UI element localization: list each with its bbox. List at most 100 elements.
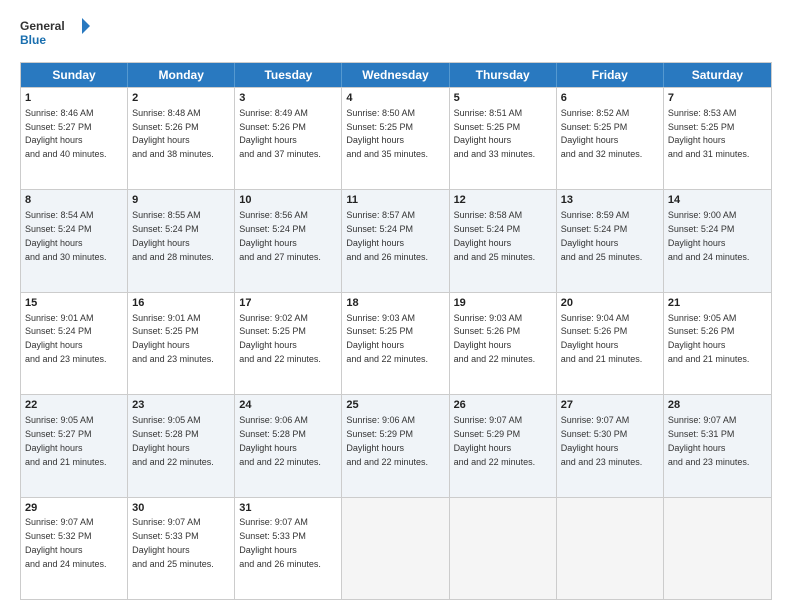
- sunset-info: Sunset: 5:30 PM: [561, 429, 628, 439]
- day-number: 6: [561, 91, 659, 106]
- calendar-body: 1 Sunrise: 8:46 AM Sunset: 5:27 PM Dayli…: [21, 87, 771, 599]
- day-number: 21: [668, 296, 767, 311]
- calendar-day-24: 24 Sunrise: 9:06 AM Sunset: 5:28 PM Dayl…: [235, 395, 342, 496]
- sunset-info: Sunset: 5:26 PM: [239, 122, 306, 132]
- calendar-day-18: 18 Sunrise: 9:03 AM Sunset: 5:25 PM Dayl…: [342, 293, 449, 394]
- day-number: 31: [239, 501, 337, 516]
- calendar-day-27: 27 Sunrise: 9:07 AM Sunset: 5:30 PM Dayl…: [557, 395, 664, 496]
- day-number: 25: [346, 398, 444, 413]
- daylight-value: and and 22 minutes.: [132, 457, 214, 467]
- day-number: 23: [132, 398, 230, 413]
- sunset-info: Sunset: 5:25 PM: [454, 122, 521, 132]
- day-number: 22: [25, 398, 123, 413]
- daylight-value: and and 24 minutes.: [25, 559, 107, 569]
- day-number: 15: [25, 296, 123, 311]
- daylight-label: Daylight hours: [132, 443, 190, 453]
- sunrise-info: Sunrise: 8:51 AM: [454, 108, 523, 118]
- sunrise-info: Sunrise: 9:07 AM: [668, 415, 737, 425]
- day-number: 9: [132, 193, 230, 208]
- daylight-value: and and 38 minutes.: [132, 149, 214, 159]
- daylight-label: Daylight hours: [25, 545, 83, 555]
- daylight-label: Daylight hours: [132, 545, 190, 555]
- day-number: 8: [25, 193, 123, 208]
- sunset-info: Sunset: 5:26 PM: [561, 326, 628, 336]
- sunset-info: Sunset: 5:29 PM: [454, 429, 521, 439]
- header-day-monday: Monday: [128, 63, 235, 87]
- calendar-week-5: 29 Sunrise: 9:07 AM Sunset: 5:32 PM Dayl…: [21, 497, 771, 599]
- calendar-day-15: 15 Sunrise: 9:01 AM Sunset: 5:24 PM Dayl…: [21, 293, 128, 394]
- header-day-wednesday: Wednesday: [342, 63, 449, 87]
- day-number: 16: [132, 296, 230, 311]
- daylight-label: Daylight hours: [668, 443, 726, 453]
- day-number: 5: [454, 91, 552, 106]
- day-number: 24: [239, 398, 337, 413]
- sunset-info: Sunset: 5:24 PM: [239, 224, 306, 234]
- daylight-label: Daylight hours: [668, 135, 726, 145]
- sunset-info: Sunset: 5:24 PM: [132, 224, 199, 234]
- sunset-info: Sunset: 5:26 PM: [132, 122, 199, 132]
- daylight-value: and and 22 minutes.: [239, 354, 321, 364]
- sunrise-info: Sunrise: 8:56 AM: [239, 210, 308, 220]
- calendar-day-23: 23 Sunrise: 9:05 AM Sunset: 5:28 PM Dayl…: [128, 395, 235, 496]
- page: General Blue SundayMondayTuesdayWednesda…: [0, 0, 792, 612]
- calendar-week-1: 1 Sunrise: 8:46 AM Sunset: 5:27 PM Dayli…: [21, 87, 771, 189]
- daylight-label: Daylight hours: [239, 135, 297, 145]
- daylight-value: and and 40 minutes.: [25, 149, 107, 159]
- daylight-value: and and 26 minutes.: [239, 559, 321, 569]
- sunrise-info: Sunrise: 8:49 AM: [239, 108, 308, 118]
- calendar-day-5: 5 Sunrise: 8:51 AM Sunset: 5:25 PM Dayli…: [450, 88, 557, 189]
- sunrise-info: Sunrise: 8:50 AM: [346, 108, 415, 118]
- daylight-value: and and 22 minutes.: [454, 457, 536, 467]
- sunrise-info: Sunrise: 8:57 AM: [346, 210, 415, 220]
- day-number: 3: [239, 91, 337, 106]
- daylight-value: and and 26 minutes.: [346, 252, 428, 262]
- sunrise-info: Sunrise: 9:07 AM: [132, 517, 201, 527]
- daylight-label: Daylight hours: [25, 443, 83, 453]
- sunset-info: Sunset: 5:27 PM: [25, 122, 92, 132]
- daylight-label: Daylight hours: [132, 340, 190, 350]
- sunset-info: Sunset: 5:31 PM: [668, 429, 735, 439]
- daylight-label: Daylight hours: [454, 238, 512, 248]
- sunset-info: Sunset: 5:32 PM: [25, 531, 92, 541]
- sunset-info: Sunset: 5:25 PM: [132, 326, 199, 336]
- sunset-info: Sunset: 5:33 PM: [132, 531, 199, 541]
- calendar: SundayMondayTuesdayWednesdayThursdayFrid…: [20, 62, 772, 600]
- daylight-value: and and 21 minutes.: [668, 354, 750, 364]
- sunset-info: Sunset: 5:26 PM: [668, 326, 735, 336]
- calendar-day-3: 3 Sunrise: 8:49 AM Sunset: 5:26 PM Dayli…: [235, 88, 342, 189]
- daylight-label: Daylight hours: [668, 340, 726, 350]
- daylight-label: Daylight hours: [132, 238, 190, 248]
- sunset-info: Sunset: 5:28 PM: [132, 429, 199, 439]
- sunrise-info: Sunrise: 9:04 AM: [561, 313, 630, 323]
- daylight-label: Daylight hours: [25, 340, 83, 350]
- sunset-info: Sunset: 5:25 PM: [668, 122, 735, 132]
- calendar-day-10: 10 Sunrise: 8:56 AM Sunset: 5:24 PM Dayl…: [235, 190, 342, 291]
- sunrise-info: Sunrise: 9:07 AM: [25, 517, 94, 527]
- sunrise-info: Sunrise: 9:00 AM: [668, 210, 737, 220]
- calendar-day-21: 21 Sunrise: 9:05 AM Sunset: 5:26 PM Dayl…: [664, 293, 771, 394]
- calendar-day-11: 11 Sunrise: 8:57 AM Sunset: 5:24 PM Dayl…: [342, 190, 449, 291]
- sunset-info: Sunset: 5:24 PM: [454, 224, 521, 234]
- sunset-info: Sunset: 5:25 PM: [346, 122, 413, 132]
- sunset-info: Sunset: 5:25 PM: [346, 326, 413, 336]
- calendar-day-14: 14 Sunrise: 9:00 AM Sunset: 5:24 PM Dayl…: [664, 190, 771, 291]
- sunset-info: Sunset: 5:28 PM: [239, 429, 306, 439]
- daylight-label: Daylight hours: [561, 443, 619, 453]
- daylight-value: and and 32 minutes.: [561, 149, 643, 159]
- calendar-day-4: 4 Sunrise: 8:50 AM Sunset: 5:25 PM Dayli…: [342, 88, 449, 189]
- sunset-info: Sunset: 5:29 PM: [346, 429, 413, 439]
- sunrise-info: Sunrise: 8:53 AM: [668, 108, 737, 118]
- daylight-value: and and 25 minutes.: [132, 559, 214, 569]
- calendar-week-4: 22 Sunrise: 9:05 AM Sunset: 5:27 PM Dayl…: [21, 394, 771, 496]
- daylight-value: and and 27 minutes.: [239, 252, 321, 262]
- sunset-info: Sunset: 5:24 PM: [25, 326, 92, 336]
- daylight-label: Daylight hours: [239, 545, 297, 555]
- sunrise-info: Sunrise: 8:46 AM: [25, 108, 94, 118]
- sunset-info: Sunset: 5:24 PM: [346, 224, 413, 234]
- daylight-value: and and 35 minutes.: [346, 149, 428, 159]
- daylight-label: Daylight hours: [346, 135, 404, 145]
- daylight-value: and and 37 minutes.: [239, 149, 321, 159]
- svg-text:General: General: [20, 19, 65, 33]
- sunrise-info: Sunrise: 9:01 AM: [132, 313, 201, 323]
- calendar-day-26: 26 Sunrise: 9:07 AM Sunset: 5:29 PM Dayl…: [450, 395, 557, 496]
